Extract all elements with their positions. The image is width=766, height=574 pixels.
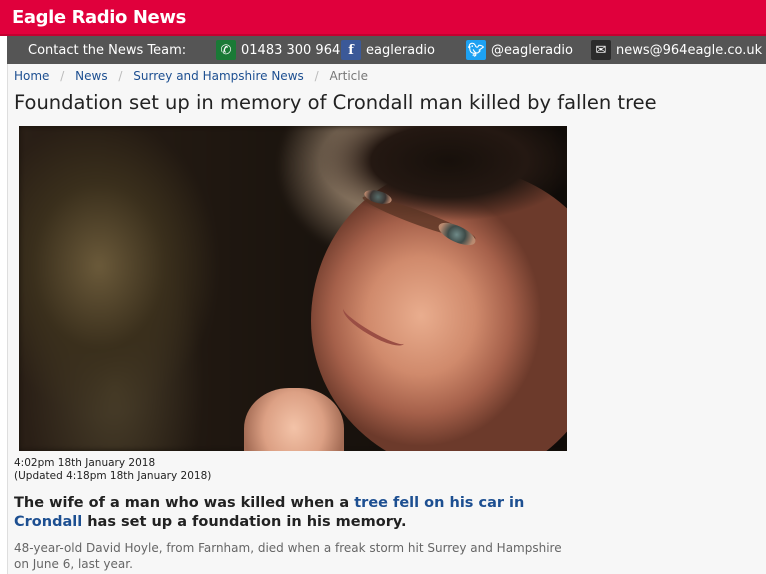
article-main: Home / News / Surrey and Hampshire News … (7, 64, 766, 574)
breadcrumb: Home / News / Surrey and Hampshire News … (14, 69, 368, 83)
article-hero-image (19, 126, 567, 451)
twitter-icon: 🐦︎ (466, 40, 486, 60)
published-time: 4:02pm 18th January 2018 (14, 457, 156, 469)
breadcrumb-surrey-hampshire[interactable]: Surrey and Hampshire News (133, 69, 303, 83)
article-timestamp: 4:02pm 18th January 2018 (Updated 4:18pm… (14, 457, 211, 483)
contact-bar: Contact the News Team: ✆ 01483 300 964 f… (7, 36, 766, 64)
facebook-handle: eagleradio (366, 42, 435, 58)
twitter-handle: @eagleradio (491, 42, 573, 58)
lead-text-end: has set up a foundation in his memory. (82, 514, 407, 530)
breadcrumb-home[interactable]: Home (14, 69, 49, 83)
site-header: Eagle Radio News (0, 0, 766, 36)
contact-label: Contact the News Team: (28, 42, 187, 58)
breadcrumb-news[interactable]: News (75, 69, 107, 83)
facebook-link[interactable]: f eagleradio (341, 36, 435, 64)
lead-text-start: The wife of a man who was killed when a (14, 495, 355, 511)
phone-icon: ✆ (216, 40, 236, 60)
article-headline: Foundation set up in memory of Crondall … (14, 91, 657, 114)
breadcrumb-separator: / (60, 69, 65, 83)
phone-link[interactable]: ✆ 01483 300 964 (216, 36, 340, 64)
facebook-icon: f (341, 40, 361, 60)
breadcrumb-separator: / (314, 69, 319, 83)
email-address: news@964eagle.co.uk (616, 42, 763, 58)
email-link[interactable]: ✉ news@964eagle.co.uk (591, 36, 762, 64)
breadcrumb-current: Article (329, 69, 368, 83)
phone-number: 01483 300 964 (241, 42, 341, 58)
site-logo-link[interactable]: Eagle Radio News (12, 7, 186, 28)
updated-time: (Updated 4:18pm 18th January 2018) (14, 470, 212, 482)
article-lead: The wife of a man who was killed when a … (14, 494, 574, 532)
envelope-icon: ✉ (591, 40, 611, 60)
article-body-paragraph: 48-year-old David Hoyle, from Farnham, d… (14, 541, 562, 571)
breadcrumb-separator: / (118, 69, 123, 83)
twitter-link[interactable]: 🐦︎ @eagleradio (466, 36, 573, 64)
